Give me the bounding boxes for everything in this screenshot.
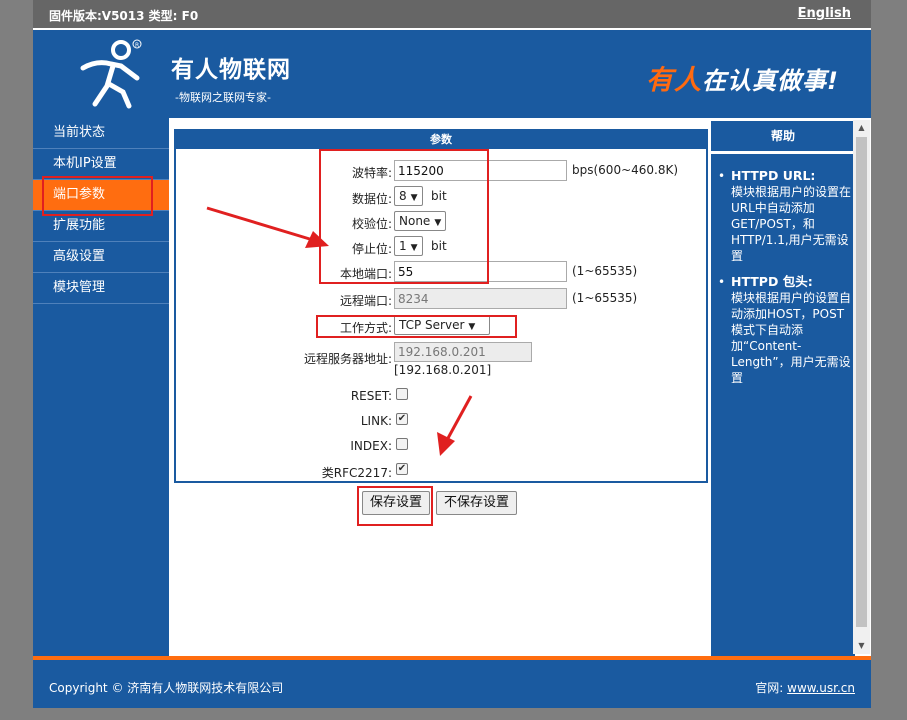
page: 固件版本:V5013 类型: F0 English R 有人物联网 -物联网之联… [33, 0, 871, 708]
arrow-icon [437, 395, 473, 456]
arrow-icon [206, 206, 329, 248]
annotation-arrows [206, 206, 473, 456]
